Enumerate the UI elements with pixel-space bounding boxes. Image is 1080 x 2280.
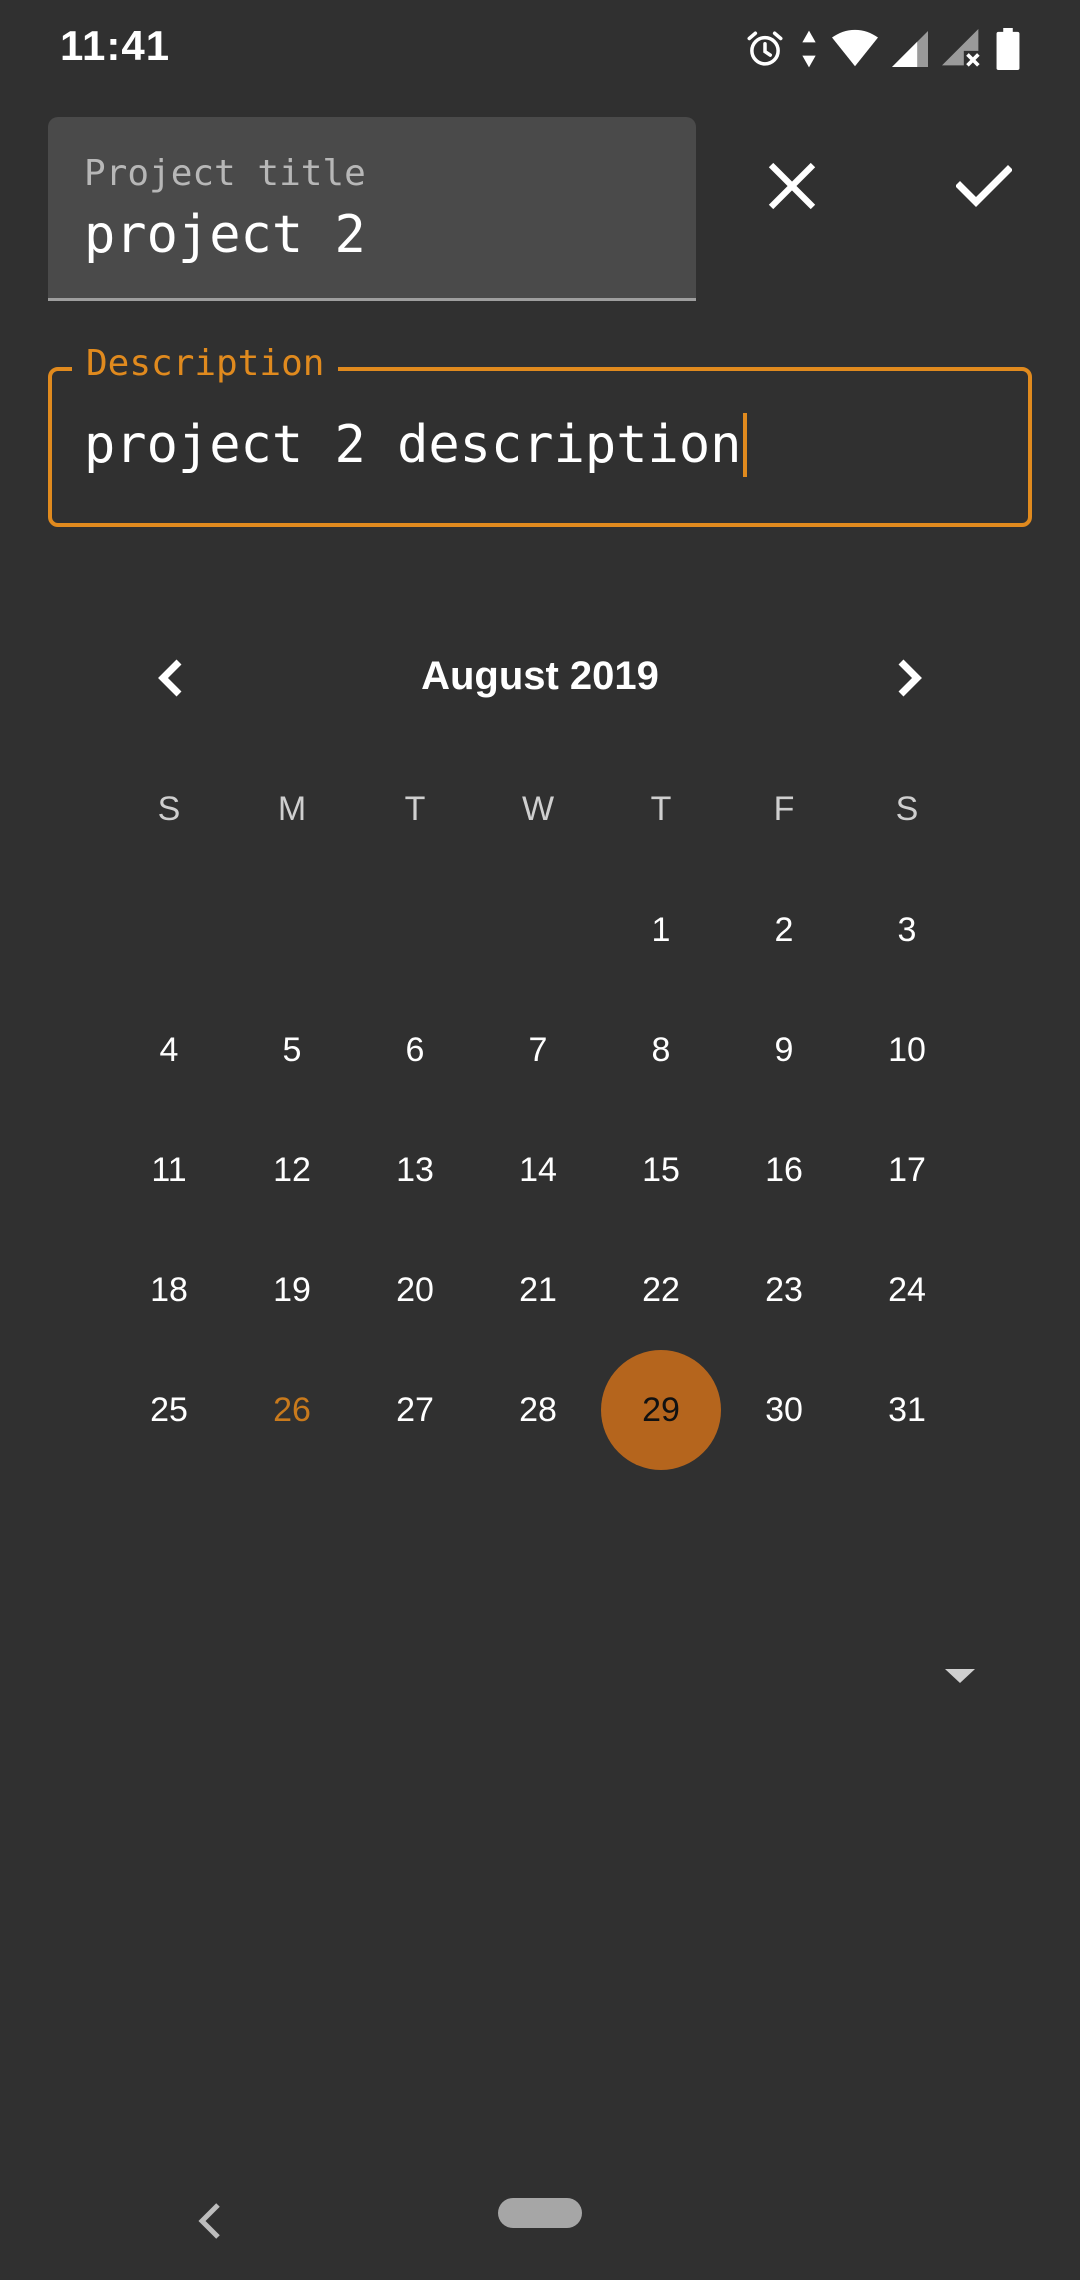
signal-icon bbox=[892, 30, 928, 68]
calendar-day[interactable]: 6 bbox=[355, 990, 475, 1110]
calendar-day[interactable]: 16 bbox=[724, 1110, 844, 1230]
close-icon bbox=[767, 161, 817, 216]
navigation-bar bbox=[0, 2170, 1080, 2280]
calendar-month-label: August 2019 bbox=[421, 654, 659, 698]
calendar-day[interactable]: 13 bbox=[355, 1110, 475, 1230]
close-button[interactable] bbox=[732, 128, 852, 248]
weekday-header-row: SMTWTFS bbox=[0, 790, 1080, 840]
next-month-button[interactable] bbox=[870, 640, 950, 720]
previous-month-button[interactable] bbox=[130, 640, 210, 720]
back-icon bbox=[198, 2201, 222, 2246]
calendar-day[interactable]: 11 bbox=[109, 1110, 229, 1230]
weekday-label: S bbox=[157, 790, 181, 828]
calendar-day[interactable]: 4 bbox=[109, 990, 229, 1110]
calendar-day[interactable]: 12 bbox=[232, 1110, 352, 1230]
weekday-label: T bbox=[650, 790, 672, 828]
status-time: 11:41 bbox=[60, 22, 171, 69]
alarm-icon bbox=[744, 28, 786, 70]
battery-icon bbox=[996, 28, 1020, 70]
text-cursor bbox=[743, 413, 748, 477]
calendar-day[interactable]: 20 bbox=[355, 1230, 475, 1350]
calendar-day[interactable]: 3 bbox=[847, 870, 967, 990]
calendar-day[interactable]: 15 bbox=[601, 1110, 721, 1230]
calendar-day-selected[interactable]: 29 bbox=[601, 1350, 721, 1470]
home-pill-icon[interactable] bbox=[498, 2198, 582, 2228]
description-label: Description bbox=[72, 343, 339, 384]
chevron-left-icon bbox=[155, 658, 185, 703]
confirm-button[interactable] bbox=[924, 128, 1044, 248]
check-icon bbox=[955, 164, 1013, 213]
calendar-day[interactable]: 5 bbox=[232, 990, 352, 1110]
data-arrows-icon bbox=[800, 29, 818, 69]
calendar-day[interactable]: 9 bbox=[724, 990, 844, 1110]
calendar-day[interactable]: 30 bbox=[724, 1350, 844, 1470]
weekday-label: T bbox=[404, 790, 426, 828]
calendar-day[interactable]: 28 bbox=[478, 1350, 598, 1470]
calendar-day[interactable]: 1 bbox=[601, 870, 721, 990]
back-button[interactable] bbox=[180, 2188, 240, 2258]
status-icons bbox=[744, 24, 1020, 74]
project-title-field[interactable]: Project title project 2 bbox=[48, 117, 696, 301]
signal-no-data-icon bbox=[942, 29, 982, 69]
status-bar: 11:41 bbox=[0, 0, 1080, 96]
calendar-day[interactable]: 27 bbox=[355, 1350, 475, 1470]
calendar-day[interactable]: 21 bbox=[478, 1230, 598, 1350]
weekday-label: F bbox=[773, 790, 795, 828]
calendar-day[interactable]: 2 bbox=[724, 870, 844, 990]
weekday-label: S bbox=[895, 790, 919, 828]
calendar-day[interactable]: 18 bbox=[109, 1230, 229, 1350]
calendar-day[interactable]: 19 bbox=[232, 1230, 352, 1350]
calendar-day[interactable]: 17 bbox=[847, 1110, 967, 1230]
wifi-icon bbox=[832, 29, 878, 69]
calendar-day[interactable]: 8 bbox=[601, 990, 721, 1110]
calendar-day[interactable]: 26 bbox=[232, 1350, 352, 1470]
calendar-day[interactable]: 24 bbox=[847, 1230, 967, 1350]
dropdown-arrow-icon[interactable] bbox=[945, 1665, 975, 1685]
weekday-label: W bbox=[521, 790, 555, 828]
calendar-day[interactable]: 14 bbox=[478, 1110, 598, 1230]
description-field[interactable]: Description project 2 description bbox=[48, 343, 1032, 527]
calendar-day[interactable]: 7 bbox=[478, 990, 598, 1110]
weekday-label: M bbox=[277, 790, 307, 828]
calendar-day[interactable]: 25 bbox=[109, 1350, 229, 1470]
calendar-day[interactable]: 10 bbox=[847, 990, 967, 1110]
calendar-day[interactable]: 23 bbox=[724, 1230, 844, 1350]
chevron-right-icon bbox=[895, 658, 925, 703]
calendar-day[interactable]: 31 bbox=[847, 1350, 967, 1470]
description-value: project 2 description bbox=[84, 415, 742, 475]
calendar-day[interactable]: 22 bbox=[601, 1230, 721, 1350]
project-title-input[interactable]: project 2 bbox=[84, 205, 366, 265]
description-input[interactable]: project 2 description bbox=[84, 413, 748, 477]
calendar-header: August 2019 bbox=[0, 640, 1080, 720]
project-title-label: Project title bbox=[84, 153, 366, 194]
